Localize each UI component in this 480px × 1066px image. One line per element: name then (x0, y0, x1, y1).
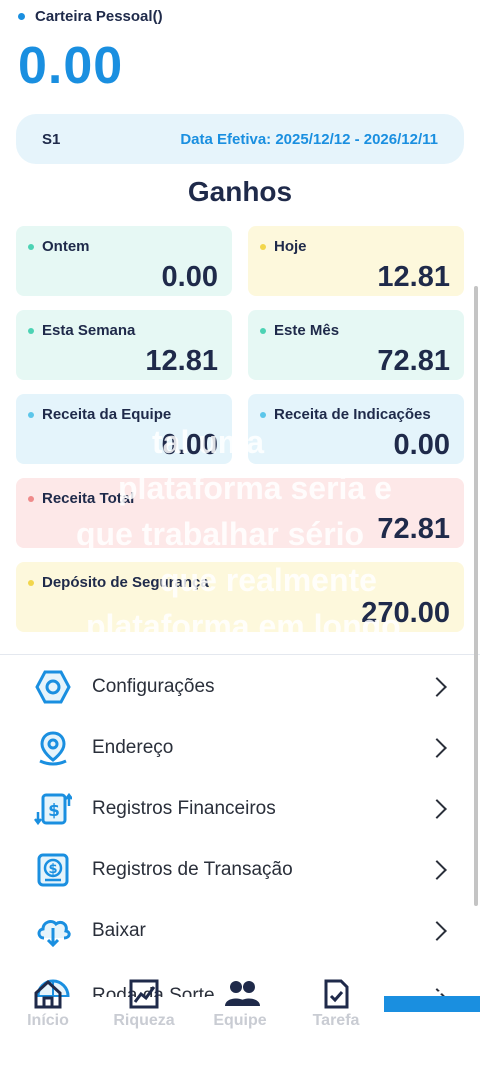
scrollbar[interactable] (474, 286, 478, 906)
card-label: Hoje (274, 238, 307, 255)
effective-period-bar: S1 Data Efetiva: 2025/12/12 - 2026/12/11 (16, 114, 464, 164)
chart-icon (128, 978, 160, 1010)
card-value: 0.00 (161, 261, 218, 293)
chevron-right-icon (427, 676, 447, 697)
wallet-dot-icon (18, 13, 25, 20)
earnings-title: Ganhos (187, 176, 293, 207)
dot-icon (28, 243, 34, 250)
home-icon (32, 978, 64, 1010)
card-value: 12.81 (377, 261, 450, 293)
card-label: Receita da Equipe (42, 406, 172, 423)
card-value: 72.81 (377, 345, 450, 377)
chevron-right-icon (427, 737, 447, 758)
tab-label: Início (27, 1012, 69, 1029)
dot-icon (260, 243, 266, 250)
earnings-card-security-deposit: Depósito de Segurança 270.00 (16, 562, 464, 632)
menu-item-label: Baixar (92, 919, 146, 941)
profile-icon (416, 978, 448, 1010)
chevron-right-icon (427, 798, 447, 819)
svg-text:$: $ (48, 862, 57, 877)
svg-text:$: $ (48, 801, 60, 821)
dot-icon (28, 411, 34, 418)
chevron-right-icon (427, 859, 447, 880)
tab-label: Equipe (213, 1012, 267, 1029)
location-pin-icon (32, 727, 74, 769)
wallet-header: Carteira Pessoal() (18, 8, 163, 25)
card-label: Ontem (42, 238, 90, 255)
menu-item-settings[interactable]: Configurações (0, 656, 480, 717)
menu-item-label: Registros de Transação (92, 858, 293, 880)
cloud-download-icon (32, 910, 74, 952)
card-value: 0.00 (161, 429, 218, 461)
level-badge: S1 (42, 130, 61, 148)
card-value: 0.00 (393, 429, 450, 461)
bottom-tab-bar: Início Riqueza Equipe Tarefa (0, 979, 480, 1066)
section-divider (0, 654, 480, 655)
menu-item-label: Endereço (92, 736, 174, 758)
effective-dates: Data Efetiva: 2025/12/12 - 2026/12/11 (180, 130, 438, 148)
dot-icon (28, 579, 34, 586)
dot-icon (28, 495, 34, 502)
card-value: 12.81 (145, 345, 218, 377)
menu-item-transaction-records[interactable]: $ Registros de Transação (0, 839, 480, 900)
card-label: Receita Total (42, 490, 135, 507)
card-label: Este Mês (274, 322, 340, 339)
wallet-title-row: Carteira Pessoal() (18, 8, 163, 25)
earnings-card-team: Receita da Equipe 0.00 (16, 394, 232, 464)
menu-item-financial-records[interactable]: $ Registros Financeiros (0, 778, 480, 839)
wallet-balance: 0.00 (18, 37, 124, 95)
menu-item-download[interactable]: Baixar (0, 900, 480, 961)
card-value: 72.81 (377, 513, 450, 545)
card-label: Esta Semana (42, 322, 136, 339)
wallet-title: Carteira Pessoal() (35, 8, 163, 25)
earnings-card-week: Esta Semana 12.81 (16, 310, 232, 380)
tab-label: Riqueza (113, 1012, 175, 1029)
settings-hexagon-icon (32, 666, 74, 708)
earnings-card-yesterday: Ontem 0.00 (16, 226, 232, 296)
menu-item-address[interactable]: Endereço (0, 717, 480, 778)
team-icon (224, 978, 260, 1010)
financial-records-icon: $ (32, 788, 74, 830)
transaction-records-icon: $ (32, 849, 74, 891)
earnings-card-month: Este Mês 72.81 (248, 310, 464, 380)
earnings-card-total: Receita Total 72.81 (16, 478, 464, 548)
earnings-card-today: Hoje 12.81 (248, 226, 464, 296)
earnings-card-referrals: Receita de Indicações 0.00 (248, 394, 464, 464)
dot-icon (260, 327, 266, 334)
dot-icon (260, 411, 266, 418)
chevron-right-icon (427, 920, 447, 941)
card-value: 270.00 (361, 597, 450, 629)
card-label: Depósito de Segurança (42, 574, 209, 591)
task-icon (320, 978, 352, 1010)
tab-label: Tarefa (312, 1012, 360, 1029)
dot-icon (28, 327, 34, 334)
menu-item-label: Configurações (92, 675, 215, 697)
menu-item-label: Registros Financeiros (92, 797, 276, 819)
card-label: Receita de Indicações (274, 406, 431, 423)
